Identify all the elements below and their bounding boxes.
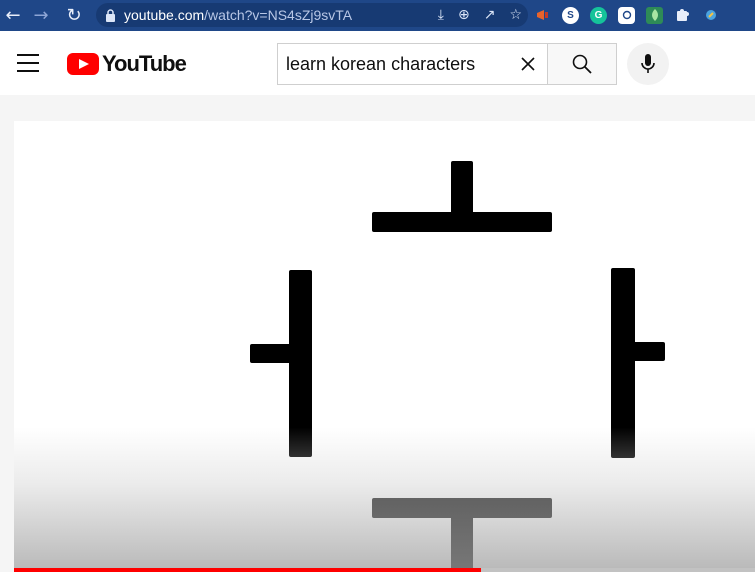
progress-bar[interactable] [14,568,755,572]
browser-toolbar: ← → ↻ youtube.com/watch?v=NS4sZj9svTA ⤓ … [0,0,755,31]
address-bar[interactable]: youtube.com/watch?v=NS4sZj9svTA ⤓ ⊕ ↗ ☆ [96,3,528,27]
url-text[interactable]: youtube.com/watch?v=NS4sZj9svTA [124,7,352,23]
rocket-extension-icon[interactable] [702,7,719,24]
play-logo-icon [67,53,99,75]
forward-icon[interactable]: → [28,2,54,28]
omnibox-actions: ⤓ ⊕ ↗ ☆ [438,3,522,27]
voice-search-button[interactable] [627,43,669,85]
s-extension-icon[interactable]: S [562,6,579,24]
vowel-stroke-top-vertical [451,161,473,217]
bookmark-star-icon[interactable]: ☆ [509,7,522,23]
microphone-icon [641,54,655,73]
zoom-icon[interactable]: ⊕ [458,7,470,23]
search-box[interactable] [277,43,548,85]
share-icon[interactable]: ↗ [484,7,496,23]
vowel-stroke-top-horizontal [372,212,552,232]
logo-text: YouTube [102,51,187,76]
bubble-extension-icon[interactable] [618,6,635,24]
search-button[interactable] [547,43,617,85]
vowel-stroke-left-vertical [289,270,312,457]
player-container [0,95,755,572]
vowel-stroke-right-horizontal [631,342,665,361]
video-player[interactable] [14,121,755,572]
install-app-icon[interactable]: ⤓ [438,7,444,23]
lock-icon[interactable] [96,8,124,22]
grammarly-extension-icon[interactable]: G [590,6,607,24]
youtube-logo[interactable]: YouTube [67,51,187,77]
vowel-stroke-right-vertical [611,268,635,458]
reload-icon[interactable]: ↻ [61,2,87,28]
vowel-stroke-bottom-vertical [451,513,473,572]
vowel-stroke-left-horizontal [250,344,294,363]
search-input[interactable] [286,53,506,75]
search-icon [572,54,592,74]
clear-search-icon[interactable] [518,54,538,74]
puzzle-extension-icon[interactable] [674,7,691,24]
youtube-header: YouTube [0,31,755,95]
leaf-extension-icon[interactable] [646,6,663,24]
progress-played [14,568,481,572]
back-icon[interactable]: ← [0,2,26,28]
menu-icon[interactable] [17,54,39,72]
megaphone-extension-icon[interactable] [534,7,551,24]
extensions-bar: S G [534,4,719,26]
